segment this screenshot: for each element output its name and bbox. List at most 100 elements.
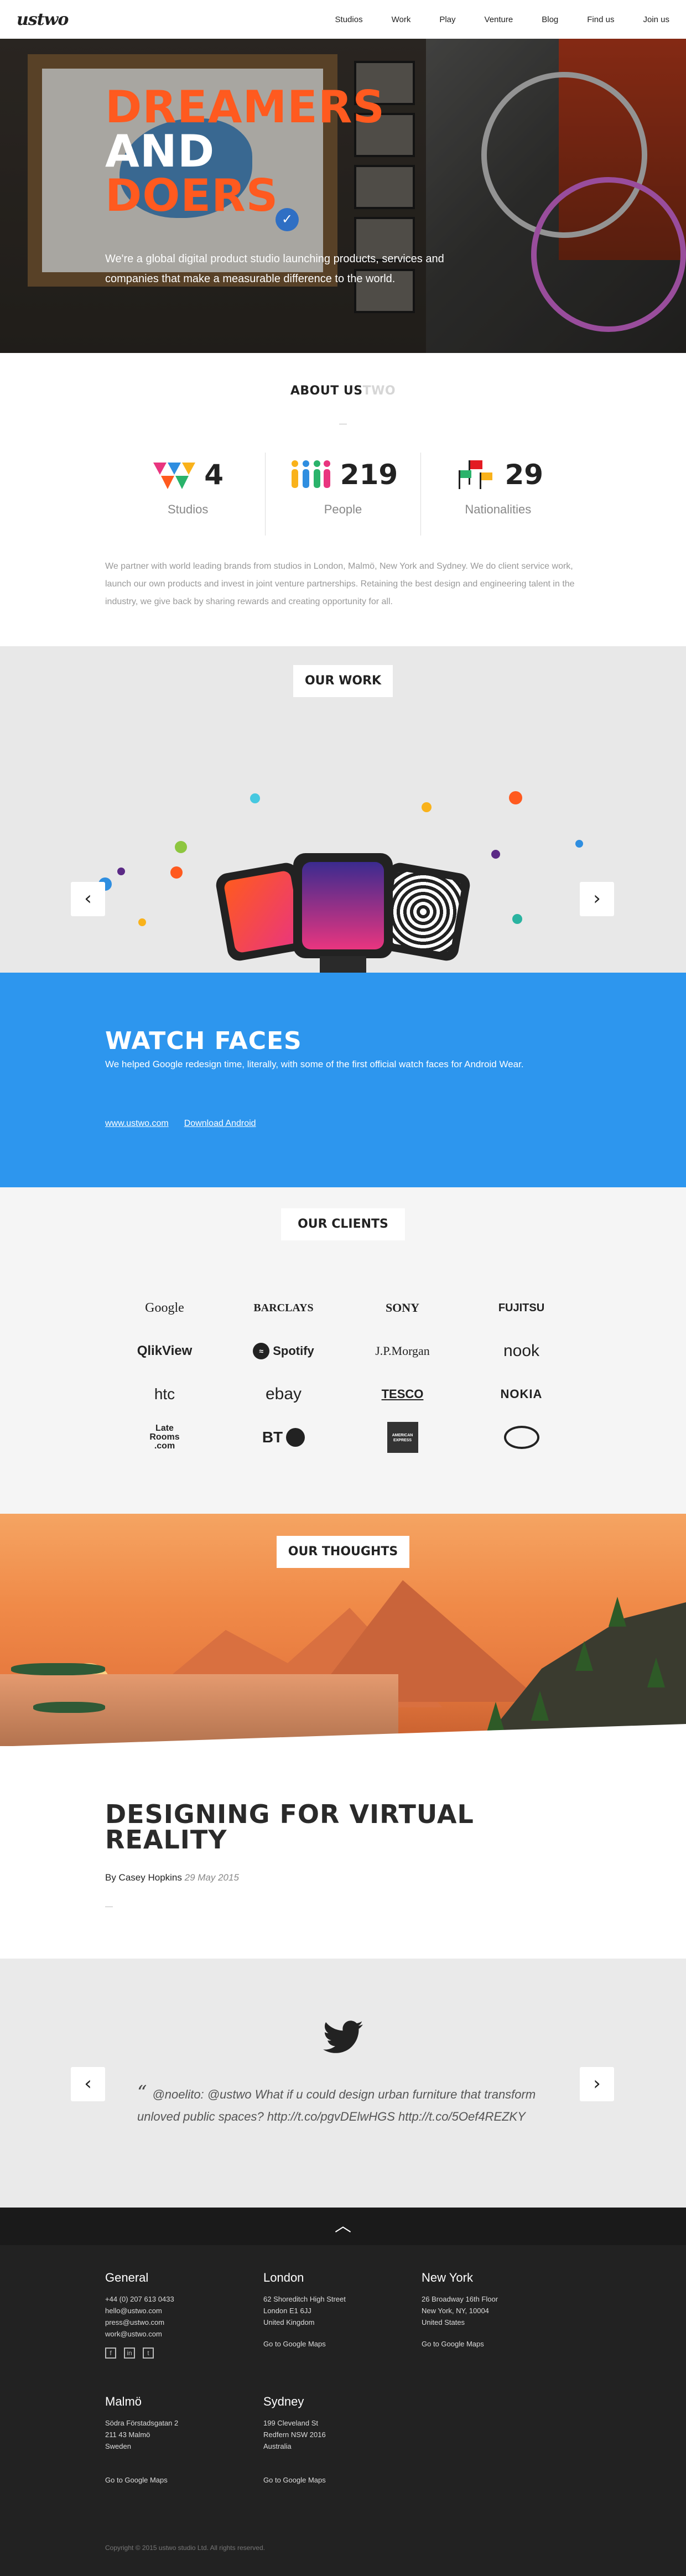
chevron-up-icon: ︿ bbox=[335, 2217, 351, 2235]
hero-title: DREAMERS AND DOERS bbox=[105, 85, 385, 218]
back-to-top-button[interactable]: ︿ bbox=[0, 2208, 686, 2245]
spotify-icon: ≈ bbox=[253, 1343, 270, 1359]
client-logo-tesco: TESCO bbox=[381, 1387, 424, 1401]
watch-center bbox=[293, 853, 393, 958]
client-logos: Google BARCLAYS SONY FUJITSU QlikView ≈ S… bbox=[105, 1298, 581, 1453]
ustwo-logo[interactable]: ustwo bbox=[17, 10, 69, 29]
office-london: London 62 Shoreditch High Street London … bbox=[263, 2272, 346, 2350]
triangles-icon bbox=[152, 458, 196, 491]
quote-icon: “ bbox=[137, 2081, 147, 2104]
stat-nationalities: 29 Nationalities bbox=[420, 453, 575, 536]
clients-label: OUR CLIENTS bbox=[281, 1208, 405, 1240]
twitter-icon[interactable]: t bbox=[143, 2348, 154, 2359]
post-title[interactable]: DESIGNING FOR VIRTUAL REALITY bbox=[105, 1801, 526, 1852]
decorative-dot bbox=[250, 793, 260, 803]
about-section: ABOUT USTWO 4 Studios 219 People 29 Nati… bbox=[0, 353, 686, 646]
decorative-dot bbox=[575, 840, 583, 848]
decorative-dot bbox=[509, 791, 522, 804]
google-maps-link[interactable]: Go to Google Maps bbox=[263, 2474, 326, 2486]
decorative-dot bbox=[170, 866, 183, 879]
flags-icon bbox=[453, 458, 497, 491]
office-general: General +44 (0) 207 613 0433 hello@ustwo… bbox=[105, 2272, 174, 2359]
client-logo-bt: BT bbox=[224, 1427, 343, 1447]
project-title: WATCH FACES bbox=[105, 1027, 302, 1055]
client-logo-ebay: ebay bbox=[265, 1385, 302, 1403]
linkedin-icon[interactable]: in bbox=[124, 2348, 135, 2359]
client-logo-nook: nook bbox=[503, 1342, 540, 1360]
client-logo-htc: htc bbox=[154, 1385, 175, 1403]
google-maps-link[interactable]: Go to Google Maps bbox=[263, 2338, 346, 2350]
client-logo-google: Google bbox=[145, 1300, 184, 1315]
tweet-prev-button[interactable]: ‹ bbox=[71, 2067, 105, 2101]
client-logo-amex: AMERICAN EXPRESS bbox=[343, 1422, 462, 1453]
nav-link-play[interactable]: Play bbox=[439, 15, 455, 24]
work-prev-button[interactable]: ‹ bbox=[71, 882, 105, 916]
work-next-button[interactable]: › bbox=[580, 882, 614, 916]
nav-links: Studios Work Play Venture Blog Find us J… bbox=[306, 0, 669, 39]
nav-link-find-us[interactable]: Find us bbox=[587, 15, 614, 24]
post-meta: By Casey Hopkins 29 May 2015 bbox=[105, 1872, 239, 1883]
nav-link-blog[interactable]: Blog bbox=[542, 15, 558, 24]
stat-number: 29 bbox=[505, 459, 544, 491]
decorative-dot bbox=[117, 868, 125, 875]
project-links: www.ustwo.com Download Android bbox=[105, 1119, 256, 1129]
nav-link-join-us[interactable]: Join us bbox=[643, 15, 669, 24]
tweet-next-button[interactable]: › bbox=[580, 2067, 614, 2101]
hero-title-line-1: DREAMERS bbox=[105, 81, 386, 133]
project-description: We helped Google redesign time, literall… bbox=[105, 1059, 524, 1069]
google-maps-link[interactable]: Go to Google Maps bbox=[422, 2338, 498, 2350]
thoughts-label: OUR THOUGHTS bbox=[277, 1536, 409, 1568]
facebook-icon[interactable]: f bbox=[105, 2348, 116, 2359]
stat-people: 219 People bbox=[265, 453, 420, 536]
hero-title-line-2: AND bbox=[105, 126, 215, 177]
social-links: f in t bbox=[105, 2348, 174, 2359]
copyright: Copyright © 2015 ustwo studio Ltd. All r… bbox=[105, 2544, 265, 2552]
client-logo-jpmorgan: J.P.Morgan bbox=[375, 1344, 430, 1358]
hero-subtitle: We're a global digital product studio la… bbox=[105, 253, 444, 285]
client-logo-laterooms: Late Rooms .com bbox=[149, 1424, 180, 1451]
client-logo-sony: SONY bbox=[385, 1301, 420, 1315]
decorative-dot bbox=[512, 914, 522, 924]
hero-title-line-3: DOERS bbox=[105, 170, 279, 221]
stat-number: 219 bbox=[340, 459, 398, 491]
client-logo-toyota bbox=[462, 1426, 581, 1449]
nav-link-venture[interactable]: Venture bbox=[485, 15, 513, 24]
bt-globe-icon bbox=[286, 1428, 305, 1447]
top-nav: ustwo Studios Work Play Venture Blog Fin… bbox=[0, 0, 686, 39]
work-label: OUR WORK bbox=[293, 665, 393, 697]
decorative-dot bbox=[422, 802, 432, 812]
office-sydney: Sydney 199 Cleveland St Redfern NSW 2016… bbox=[263, 2396, 326, 2486]
client-logo-spotify: ≈ Spotify bbox=[224, 1341, 343, 1361]
stats-row: 4 Studios 219 People 29 Nationalities bbox=[111, 453, 575, 536]
twitter-bird-icon bbox=[323, 2021, 363, 2054]
nav-link-work[interactable]: Work bbox=[392, 15, 411, 24]
office-malmo: Malmö Södra Förstadsgatan 2 211 43 Malmö… bbox=[105, 2396, 178, 2486]
twitter-section: ‹ › “@noelito: @ustwo What if u could de… bbox=[0, 1959, 686, 2208]
about-title: ABOUT USTWO bbox=[290, 384, 396, 398]
post-author: By Casey Hopkins bbox=[105, 1872, 182, 1883]
about-paragraph: We partner with world leading brands fro… bbox=[105, 562, 575, 606]
thoughts-section: OUR THOUGHTS DESIGNING FOR VIRTUAL REALI… bbox=[0, 1514, 686, 1959]
decorative-dot bbox=[491, 850, 500, 859]
check-icon: ✓ bbox=[276, 208, 299, 231]
decorative-dot bbox=[138, 918, 146, 926]
hero-section: DREAMERS AND DOERS ✓ We're a global digi… bbox=[0, 39, 686, 353]
work-section: OUR WORK ‹ › WATCH FACES We helped Googl… bbox=[0, 646, 686, 1187]
office-new-york: New York 26 Broadway 16th Floor New York… bbox=[422, 2272, 498, 2350]
project-link-website[interactable]: www.ustwo.com bbox=[105, 1119, 169, 1129]
stat-label: Studios bbox=[167, 502, 209, 516]
nav-link-studios[interactable]: Studios bbox=[335, 15, 363, 24]
stat-number: 4 bbox=[204, 459, 224, 491]
decorative-dot bbox=[175, 841, 187, 853]
people-icon bbox=[288, 458, 332, 491]
client-logo-qlikview: QlikView bbox=[137, 1343, 193, 1358]
tweet-text: “@noelito: @ustwo What if u could design… bbox=[137, 2081, 536, 2123]
project-link-download[interactable]: Download Android bbox=[184, 1119, 256, 1129]
client-logo-barclays: BARCLAYS bbox=[253, 1301, 314, 1314]
footer: ︿ General +44 (0) 207 613 0433 hello@ust… bbox=[0, 2208, 686, 2576]
client-logo-fujitsu: FUJITSU bbox=[498, 1301, 545, 1314]
work-project-panel bbox=[0, 973, 686, 1187]
google-maps-link[interactable]: Go to Google Maps bbox=[105, 2474, 178, 2486]
post-date: 29 May 2015 bbox=[184, 1872, 239, 1883]
stat-label: Nationalities bbox=[465, 502, 532, 516]
